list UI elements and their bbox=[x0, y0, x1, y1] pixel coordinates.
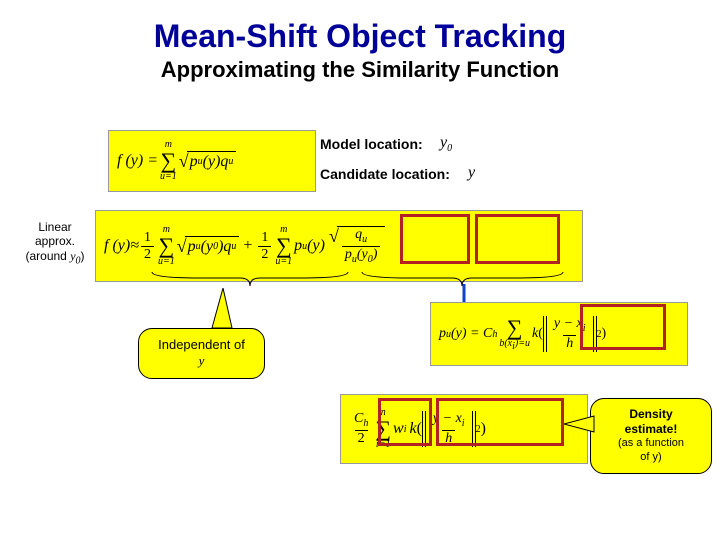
redbox-wi bbox=[378, 398, 432, 446]
candidate-location-label: Candidate location: bbox=[320, 166, 450, 182]
redbox-sqrt-frac bbox=[475, 214, 560, 264]
callout-independent: Independent of y bbox=[138, 328, 265, 379]
linear-approx-label: Linear approx. (around y0) bbox=[20, 220, 90, 267]
brace-icon bbox=[150, 270, 350, 290]
page-subtitle: Approximating the Similarity Function bbox=[0, 57, 720, 83]
eq-f-def: f (y) = m ∑ u=1 √ pu(y) qu bbox=[108, 130, 316, 192]
model-location-symbol: y0 bbox=[440, 134, 452, 154]
callout-density: Density estimate! (as a function of y) bbox=[590, 398, 712, 474]
redbox-kernel-density bbox=[436, 398, 564, 446]
redbox-kernel-pu bbox=[580, 304, 666, 350]
page-title: Mean-Shift Object Tracking bbox=[0, 18, 720, 55]
candidate-location-symbol: y bbox=[468, 164, 475, 182]
model-location-label: Model location: bbox=[320, 136, 423, 152]
callout-tail-icon bbox=[208, 288, 238, 330]
redbox-pu-y bbox=[400, 214, 470, 264]
callout-tail-icon-2 bbox=[564, 414, 596, 434]
